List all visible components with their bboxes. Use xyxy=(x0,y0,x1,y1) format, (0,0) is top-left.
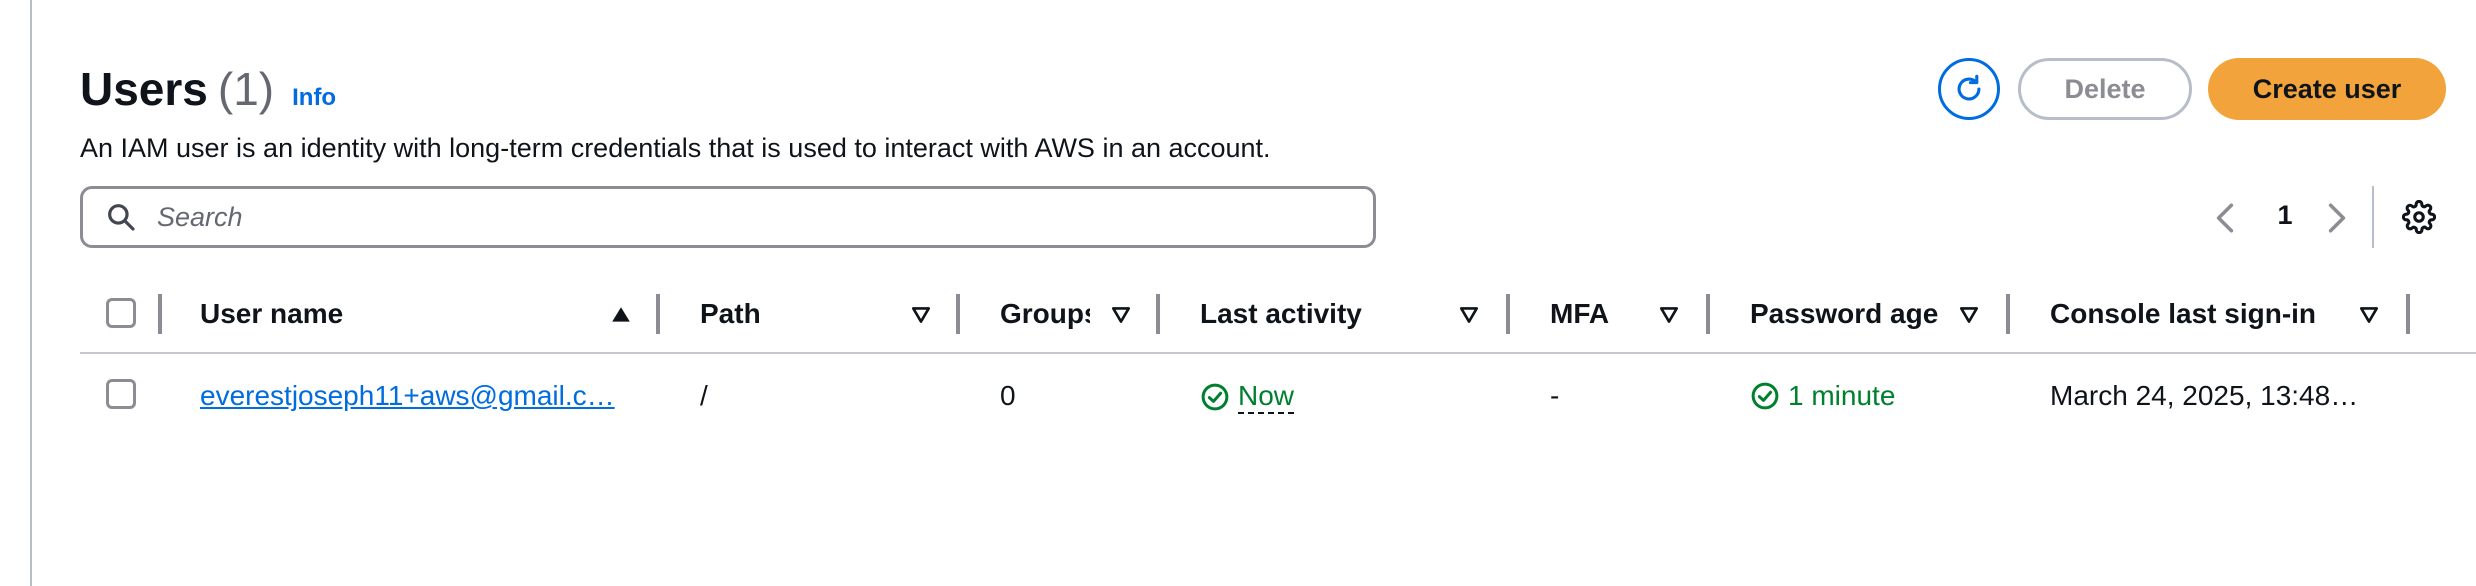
sort-ascending-icon[interactable] xyxy=(610,304,632,326)
cell-console-last-sign-in: March 24, 2025, 13:48… xyxy=(2050,380,2359,411)
search-icon xyxy=(105,199,141,235)
cell-path: / xyxy=(700,380,708,411)
table-settings-button[interactable] xyxy=(2398,196,2440,238)
search-field[interactable] xyxy=(80,186,1376,248)
cell-groups: 0 xyxy=(1000,380,1016,411)
info-link[interactable]: Info xyxy=(292,84,336,112)
current-page-number[interactable]: 1 xyxy=(2270,200,2300,231)
user-count: (1) xyxy=(217,63,275,115)
last-activity-value[interactable]: Now xyxy=(1238,380,1295,414)
cell-mfa: - xyxy=(1550,380,1560,411)
select-all-checkbox[interactable] xyxy=(106,298,136,328)
column-divider xyxy=(2406,294,2410,334)
cell-last-activity: Now xyxy=(1200,380,1295,414)
table-header-divider xyxy=(80,352,2476,354)
page-header: Users (1) Info xyxy=(80,62,336,116)
column-divider xyxy=(2006,294,2010,334)
column-divider xyxy=(1506,294,1510,334)
previous-page-button[interactable] xyxy=(2210,198,2240,238)
column-divider xyxy=(656,294,660,334)
check-circle-icon xyxy=(1751,382,1779,410)
refresh-button[interactable] xyxy=(1938,58,2000,120)
next-page-button[interactable] xyxy=(2322,198,2352,238)
left-border xyxy=(30,0,32,586)
sort-icon[interactable] xyxy=(1110,304,1132,326)
column-header-user-name[interactable]: User name xyxy=(200,298,420,330)
column-header-console-last-sign-in[interactable]: Console last sign-in xyxy=(2050,298,2350,330)
check-circle-icon xyxy=(1201,383,1229,411)
chevron-right-icon xyxy=(2328,203,2346,233)
column-header-password-age[interactable]: Password age xyxy=(1750,298,1950,330)
column-divider xyxy=(1156,294,1160,334)
chevron-left-icon xyxy=(2216,203,2234,233)
password-age-value: 1 minute xyxy=(1788,380,1896,411)
user-name-link[interactable]: everestjoseph11+aws@gmail.c… xyxy=(200,380,615,412)
column-divider xyxy=(158,294,162,334)
sort-icon[interactable] xyxy=(1958,304,1980,326)
column-header-groups[interactable]: Groups xyxy=(1000,298,1090,330)
cell-password-age: 1 minute xyxy=(1750,380,1895,412)
search-input[interactable] xyxy=(155,200,1339,234)
gear-icon xyxy=(2402,200,2436,234)
refresh-icon xyxy=(1957,74,1981,101)
delete-button[interactable]: Delete xyxy=(2018,58,2192,120)
column-header-path[interactable]: Path xyxy=(700,298,820,330)
page-description: An IAM user is an identity with long-ter… xyxy=(80,133,1271,163)
row-select-checkbox[interactable] xyxy=(106,379,136,409)
column-header-mfa[interactable]: MFA xyxy=(1550,298,1630,330)
page-title: Users xyxy=(80,63,208,115)
column-divider xyxy=(1706,294,1710,334)
column-divider xyxy=(956,294,960,334)
sort-icon[interactable] xyxy=(1658,304,1680,326)
pagination-divider xyxy=(2372,186,2374,248)
create-user-button[interactable]: Create user xyxy=(2208,58,2446,120)
sort-icon[interactable] xyxy=(910,304,932,326)
sort-icon[interactable] xyxy=(1458,304,1480,326)
column-header-last-activity[interactable]: Last activity xyxy=(1200,298,1400,330)
sort-icon[interactable] xyxy=(2358,304,2380,326)
